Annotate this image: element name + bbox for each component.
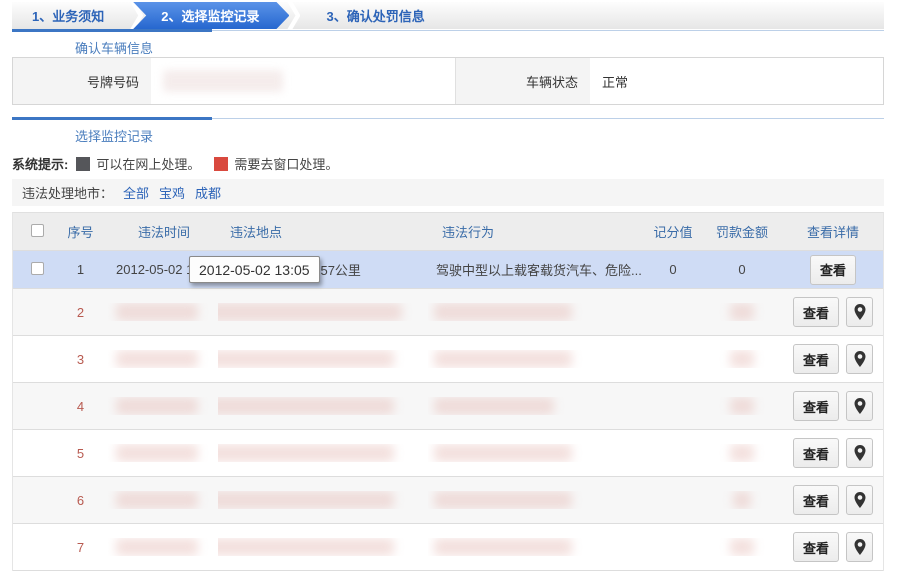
plate-number-value xyxy=(151,58,455,104)
row-seq: 3 xyxy=(53,352,108,367)
redacted-behavior xyxy=(434,444,572,462)
view-button[interactable]: 查看 xyxy=(793,438,839,468)
header-fine-amount: 罚款金额 xyxy=(703,222,781,241)
view-button[interactable]: 查看 xyxy=(810,255,856,285)
row-seq: 7 xyxy=(53,540,108,555)
redacted-fine xyxy=(730,303,754,321)
map-pin-button[interactable] xyxy=(846,344,873,374)
redacted-location xyxy=(218,303,402,321)
step-2-select-records[interactable]: 2、选择监控记录 xyxy=(133,2,289,29)
city-filter-bar: 违法处理地市： 全部 宝鸡 成都 xyxy=(12,179,884,206)
row-1-violation-behavior: 驾驶中型以上载客载货汽车、危险... xyxy=(428,260,643,279)
violation-processing-page: 1、业务须知 2、选择监控记录 3、确认处罚信息 确认车辆信息 号牌号码 车辆状… xyxy=(0,0,907,587)
view-button[interactable]: 查看 xyxy=(793,344,839,374)
map-pin-icon xyxy=(854,304,866,320)
window-required-square-icon xyxy=(214,157,228,171)
plate-number-redacted xyxy=(163,70,283,92)
select-all-checkbox[interactable] xyxy=(31,224,44,237)
redacted-fine xyxy=(730,397,754,415)
plate-number-label: 号牌号码 xyxy=(13,58,151,104)
row-seq: 2 xyxy=(53,305,108,320)
city-filter-all[interactable]: 全部 xyxy=(123,183,149,202)
row-seq: 5 xyxy=(53,446,108,461)
table-row: 6 查看 xyxy=(13,477,883,524)
records-section-title: 选择监控记录 xyxy=(75,126,153,145)
table-row: 7 查看 xyxy=(13,524,883,571)
redacted-location xyxy=(218,350,394,368)
redacted-behavior xyxy=(434,397,554,415)
redacted-fine xyxy=(730,444,754,462)
window-required-text: 需要去窗口处理。 xyxy=(234,154,338,173)
redacted-time xyxy=(116,397,198,415)
map-pin-button[interactable] xyxy=(846,485,873,515)
map-pin-icon xyxy=(854,445,866,461)
view-button[interactable]: 查看 xyxy=(793,391,839,421)
redacted-location xyxy=(218,538,394,556)
vehicle-section-title: 确认车辆信息 xyxy=(75,38,153,57)
step-navigation: 1、业务须知 2、选择监控记录 3、确认处罚信息 xyxy=(12,2,884,29)
view-button[interactable]: 查看 xyxy=(793,297,839,327)
violation-records-table: 序号 违法时间 违法地点 违法行为 记分值 罚款金额 查看详情 1 2012-0… xyxy=(12,212,884,571)
online-processable-square-icon xyxy=(76,157,90,171)
header-violation-location: 违法地点 xyxy=(218,222,428,241)
time-tooltip: 2012-05-02 13:05 xyxy=(189,256,320,283)
row-1-seq: 1 xyxy=(53,262,108,277)
map-pin-icon xyxy=(854,398,866,414)
map-pin-button[interactable] xyxy=(846,391,873,421)
row-1-checkbox[interactable] xyxy=(31,262,44,275)
view-button[interactable]: 查看 xyxy=(793,485,839,515)
system-hint: 系统提示: 可以在网上处理。 需要去窗口处理。 xyxy=(12,154,338,173)
header-seq: 序号 xyxy=(53,222,108,241)
table-row: 5 查看 xyxy=(13,430,883,477)
redacted-fine xyxy=(730,350,754,368)
redacted-time xyxy=(116,538,198,556)
row-seq: 6 xyxy=(53,493,108,508)
redacted-time xyxy=(116,491,198,509)
redacted-time xyxy=(116,350,198,368)
city-filter-label: 违法处理地市： xyxy=(22,183,113,202)
header-view-detail: 查看详情 xyxy=(781,222,885,241)
redacted-location xyxy=(218,491,394,509)
system-hint-label: 系统提示: xyxy=(12,154,68,173)
redacted-fine xyxy=(733,491,751,509)
header-points: 记分值 xyxy=(643,222,703,241)
vehicle-status-value: 正常 xyxy=(590,58,883,104)
step-1-business-notice[interactable]: 1、业务须知 xyxy=(12,2,130,29)
city-filter-chengdu[interactable]: 成都 xyxy=(195,183,221,202)
redacted-behavior xyxy=(434,350,572,368)
table-row: 4 查看 xyxy=(13,383,883,430)
view-button[interactable]: 查看 xyxy=(793,532,839,562)
header-violation-time: 违法时间 xyxy=(108,222,218,241)
map-pin-icon xyxy=(854,492,866,508)
city-filter-baoji[interactable]: 宝鸡 xyxy=(159,183,185,202)
row-1-points: 0 xyxy=(643,262,703,277)
row-1-fine: 0 xyxy=(703,262,781,277)
redacted-behavior xyxy=(434,538,572,556)
table-row: 1 2012-05-02 1 2157公里 驾驶中型以上载客载货汽车、危险...… xyxy=(13,251,883,289)
redacted-location xyxy=(218,444,394,462)
redacted-location xyxy=(218,397,394,415)
step-3-confirm-penalty[interactable]: 3、确认处罚信息 xyxy=(300,2,450,29)
table-row: 2 查看 xyxy=(13,289,883,336)
redacted-behavior xyxy=(434,303,572,321)
section-rule xyxy=(12,30,884,31)
vehicle-info-table: 号牌号码 车辆状态 正常 xyxy=(12,57,884,105)
map-pin-icon xyxy=(854,539,866,555)
map-pin-button[interactable] xyxy=(846,532,873,562)
redacted-time xyxy=(116,303,198,321)
table-row: 3 查看 xyxy=(13,336,883,383)
map-pin-button[interactable] xyxy=(846,438,873,468)
row-seq: 4 xyxy=(53,399,108,414)
table-header-row: 序号 违法时间 违法地点 违法行为 记分值 罚款金额 查看详情 xyxy=(13,213,883,251)
map-pin-button[interactable] xyxy=(846,297,873,327)
vehicle-status-label: 车辆状态 xyxy=(455,58,590,104)
map-pin-icon xyxy=(854,351,866,367)
online-processable-text: 可以在网上处理。 xyxy=(96,154,200,173)
section-rule xyxy=(12,118,884,119)
header-violation-behavior: 违法行为 xyxy=(428,222,643,241)
redacted-time xyxy=(116,444,198,462)
redacted-fine xyxy=(730,538,754,556)
redacted-behavior xyxy=(434,491,572,509)
